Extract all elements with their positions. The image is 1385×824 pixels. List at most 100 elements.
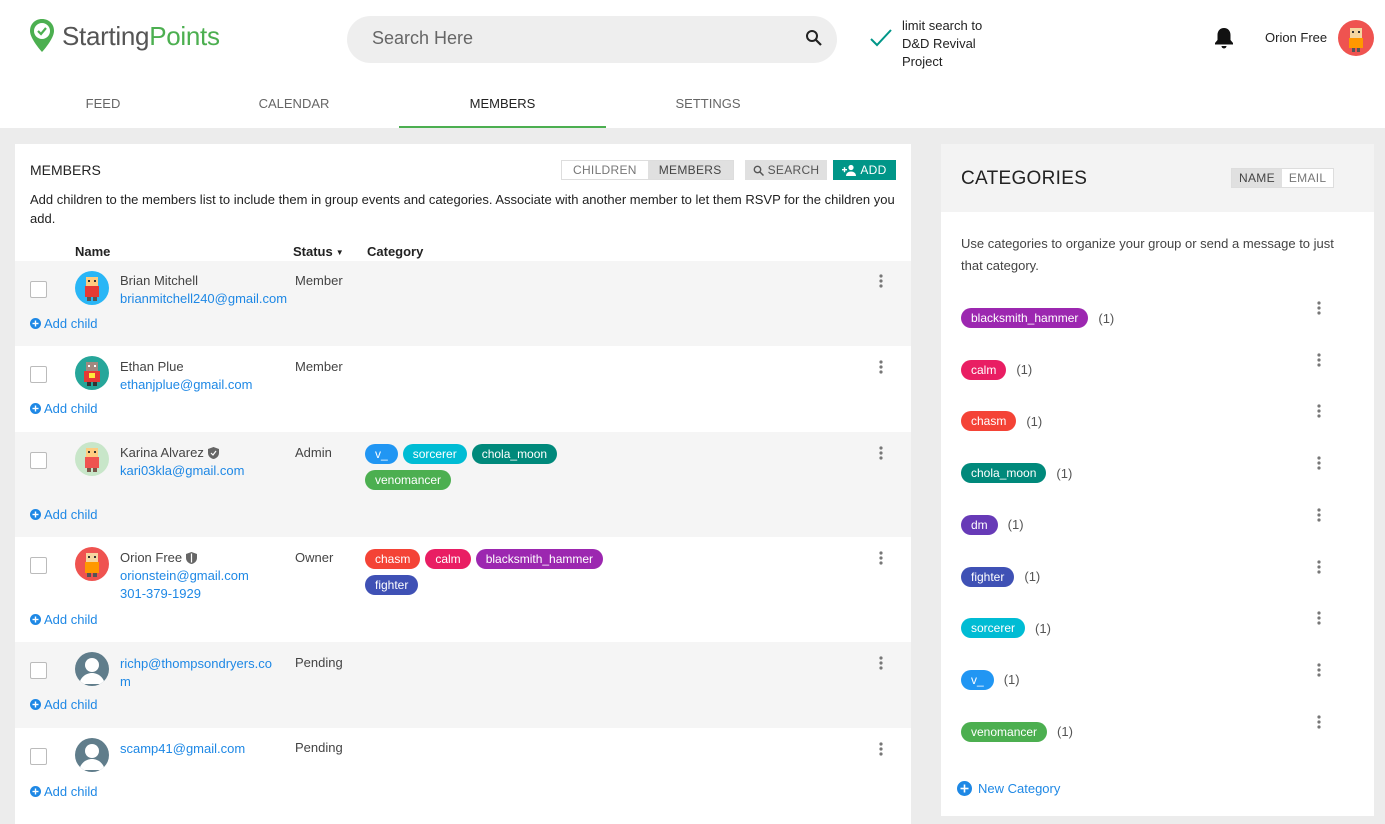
category-tag[interactable]: blacksmith_hammer bbox=[961, 308, 1089, 328]
tab-settings[interactable]: SETTINGS bbox=[605, 80, 811, 128]
member-name-text: Karina Alvarez bbox=[120, 445, 204, 460]
member-status: Member bbox=[295, 359, 343, 374]
column-header-name[interactable]: Name bbox=[75, 244, 110, 259]
category-row[interactable]: v_ (1) bbox=[961, 669, 1356, 691]
member-phone[interactable]: 301-379-1929 bbox=[120, 586, 201, 601]
more-options-icon[interactable] bbox=[1317, 301, 1321, 315]
avatar[interactable] bbox=[75, 547, 109, 581]
more-options-icon[interactable] bbox=[1317, 714, 1321, 729]
member-email[interactable]: brianmitchell240@gmail.com bbox=[120, 290, 305, 308]
category-row[interactable]: dm (1) bbox=[961, 514, 1356, 536]
more-options-icon[interactable] bbox=[1317, 353, 1321, 367]
add-child-link[interactable]: Add child bbox=[30, 697, 97, 712]
user-avatar[interactable] bbox=[1338, 20, 1374, 56]
search-input[interactable] bbox=[372, 28, 792, 49]
add-child-link[interactable]: Add child bbox=[30, 612, 97, 627]
add-child-link[interactable]: Add child bbox=[30, 401, 97, 416]
row-checkbox[interactable] bbox=[30, 662, 47, 679]
members-search-button[interactable]: SEARCH bbox=[745, 160, 827, 180]
row-checkbox[interactable] bbox=[30, 748, 47, 765]
category-tag[interactable]: chasm bbox=[961, 411, 1017, 432]
table-row: Ethan Plue ethanjplue@gmail.com Member A… bbox=[15, 346, 911, 432]
category-tag[interactable]: v_ bbox=[961, 669, 994, 690]
table-row: scamp41@gmail.com Pending Add child bbox=[15, 728, 911, 814]
category-row[interactable]: blacksmith_hammer (1) bbox=[961, 307, 1356, 329]
row-checkbox[interactable] bbox=[30, 281, 47, 298]
add-child-link[interactable]: Add child bbox=[30, 784, 97, 799]
sort-by-name[interactable]: NAME bbox=[1232, 169, 1282, 187]
search-icon[interactable] bbox=[805, 29, 823, 47]
user-name[interactable]: Orion Free bbox=[1265, 30, 1327, 45]
category-tag[interactable]: chasm bbox=[365, 549, 421, 569]
category-tag[interactable]: dm bbox=[961, 514, 998, 535]
sort-by-email[interactable]: EMAIL bbox=[1282, 169, 1334, 187]
more-options-icon[interactable] bbox=[1317, 611, 1321, 625]
tab-feed[interactable]: FEED bbox=[0, 80, 206, 128]
category-tag[interactable]: v_ bbox=[365, 444, 398, 464]
more-options-icon[interactable] bbox=[1317, 508, 1321, 522]
member-name: Ethan Plue bbox=[120, 359, 184, 374]
category-tag[interactable]: chola_moon bbox=[471, 444, 558, 464]
map-pin-icon bbox=[30, 19, 54, 52]
category-tag[interactable]: venomancer bbox=[961, 721, 1048, 742]
more-options-icon[interactable] bbox=[879, 742, 883, 756]
limit-search-toggle[interactable]: limit search to D&D Revival Project bbox=[868, 17, 1002, 71]
category-row[interactable]: calm (1) bbox=[961, 359, 1356, 381]
default-avatar-icon[interactable] bbox=[75, 652, 109, 686]
category-row[interactable]: sorcerer (1) bbox=[961, 617, 1356, 639]
search-box[interactable] bbox=[347, 16, 837, 63]
check-icon[interactable] bbox=[868, 25, 894, 51]
avatar[interactable] bbox=[75, 271, 109, 305]
member-name-text: Ethan Plue bbox=[120, 359, 184, 374]
default-avatar-icon[interactable] bbox=[75, 738, 109, 772]
add-child-link[interactable]: Add child bbox=[30, 507, 97, 522]
category-tag[interactable]: blacksmith_hammer bbox=[475, 549, 604, 569]
category-tag[interactable]: sorcerer bbox=[402, 444, 467, 464]
categories-panel: CATEGORIES NAME EMAIL Use categories to … bbox=[941, 144, 1374, 816]
categories-sort-toggle: NAME EMAIL bbox=[1231, 168, 1335, 188]
category-row[interactable]: chasm (1) bbox=[961, 410, 1356, 432]
category-tag[interactable]: fighter bbox=[365, 575, 419, 595]
category-tag[interactable]: fighter bbox=[961, 566, 1015, 587]
add-member-button[interactable]: ADD bbox=[833, 160, 896, 180]
logo[interactable]: StartingPoints bbox=[28, 18, 220, 54]
members-description: Add children to the members list to incl… bbox=[30, 192, 895, 226]
category-row[interactable]: fighter (1) bbox=[961, 566, 1356, 588]
column-header-status[interactable]: Status ▼ bbox=[293, 244, 344, 259]
row-checkbox[interactable] bbox=[30, 557, 47, 574]
more-options-icon[interactable] bbox=[1317, 663, 1321, 677]
add-child-link[interactable]: Add child bbox=[30, 316, 97, 331]
tab-members[interactable]: MEMBERS bbox=[399, 80, 606, 128]
category-tag[interactable]: sorcerer bbox=[961, 618, 1026, 639]
toggle-children[interactable]: CHILDREN bbox=[562, 161, 648, 179]
avatar[interactable] bbox=[75, 356, 109, 390]
more-options-icon[interactable] bbox=[879, 656, 883, 670]
more-options-icon[interactable] bbox=[879, 551, 883, 565]
member-status: Member bbox=[295, 273, 343, 288]
category-tag[interactable]: calm bbox=[961, 359, 1007, 380]
toggle-members[interactable]: MEMBERS bbox=[647, 161, 733, 179]
more-options-icon[interactable] bbox=[879, 360, 883, 374]
row-checkbox[interactable] bbox=[30, 366, 47, 383]
more-options-icon[interactable] bbox=[1317, 559, 1321, 574]
more-options-icon[interactable] bbox=[1317, 456, 1321, 470]
avatar[interactable] bbox=[75, 442, 109, 476]
category-row[interactable]: venomancer (1) bbox=[961, 721, 1356, 743]
member-status: Pending bbox=[295, 655, 343, 670]
category-tag[interactable]: chola_moon bbox=[961, 463, 1047, 484]
row-checkbox[interactable] bbox=[30, 452, 47, 469]
more-options-icon[interactable] bbox=[879, 274, 883, 288]
member-email[interactable]: orionstein@gmail.com bbox=[120, 567, 305, 585]
new-category-button[interactable]: New Category bbox=[957, 781, 1060, 796]
bell-icon[interactable] bbox=[1213, 26, 1235, 50]
category-row[interactable]: chola_moon (1) bbox=[961, 462, 1356, 484]
category-tag[interactable]: calm bbox=[425, 549, 471, 569]
member-email[interactable]: ethanjplue@gmail.com bbox=[120, 376, 305, 394]
more-options-icon[interactable] bbox=[879, 446, 883, 460]
more-options-icon[interactable] bbox=[1317, 404, 1321, 418]
member-email[interactable]: scamp41@gmail.com bbox=[120, 740, 305, 758]
member-email[interactable]: richp@thompsondryers.com bbox=[120, 655, 280, 691]
tab-calendar[interactable]: CALENDAR bbox=[191, 80, 397, 128]
member-email[interactable]: kari03kla@gmail.com bbox=[120, 462, 305, 480]
category-tag[interactable]: venomancer bbox=[365, 470, 452, 490]
